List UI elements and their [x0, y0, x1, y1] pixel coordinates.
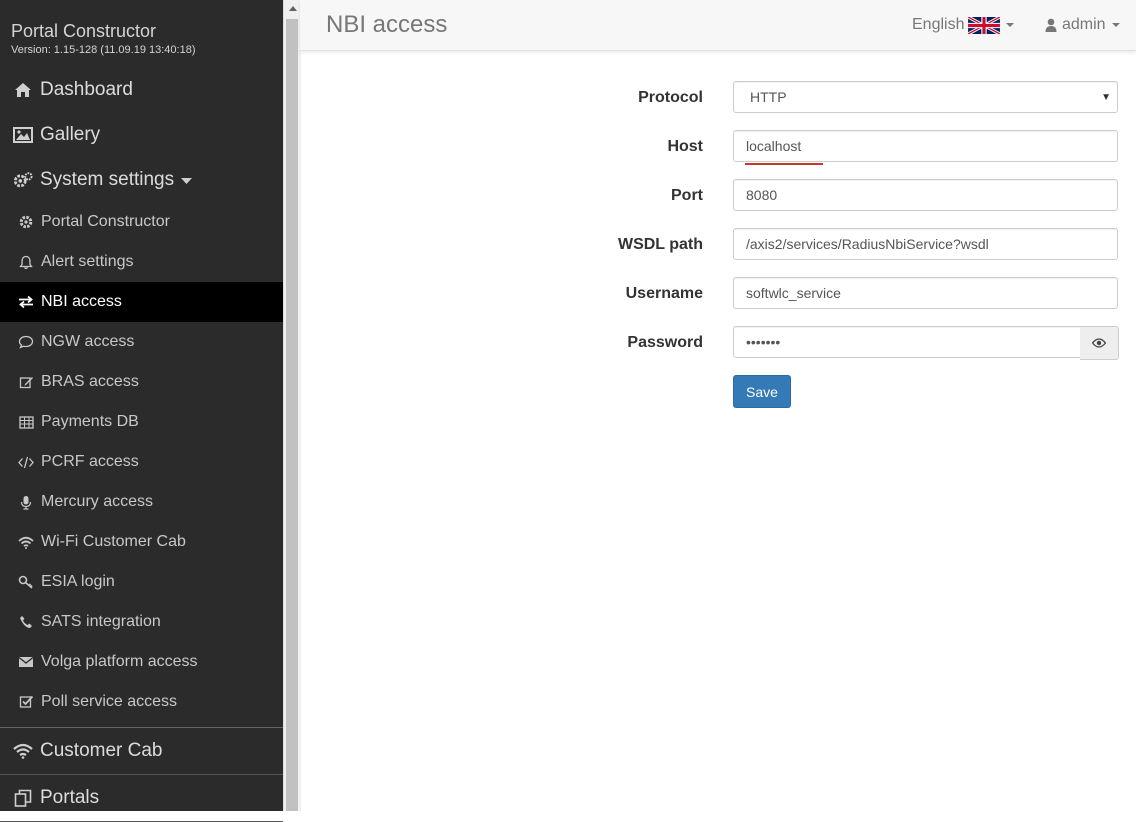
sidebar-item-dashboard[interactable]: Dashboard: [0, 67, 283, 112]
user-name: admin: [1062, 16, 1106, 33]
edit-icon: [18, 374, 34, 390]
sidebar: Portal Constructor Version: 1.15-128 (11…: [0, 0, 284, 822]
sidebar-item-label: Volga platform access: [41, 653, 198, 670]
top-header: NBI access English admin: [300, 0, 1136, 51]
copy-icon: [13, 788, 33, 808]
wifi-icon: [13, 741, 33, 761]
sidebar-item-system-settings[interactable]: System settings: [0, 157, 283, 202]
port-input[interactable]: [733, 179, 1118, 211]
username-row: Username: [300, 277, 1136, 311]
uk-flag-icon: [967, 15, 1002, 35]
image-icon: [13, 125, 33, 145]
sidebar-item-label: Customer Cab: [40, 740, 163, 761]
sidebar-item-ngw-access[interactable]: NGW access: [0, 322, 283, 362]
protocol-selected-value: HTTP: [750, 89, 787, 105]
username-label: Username: [625, 285, 703, 302]
eye-icon: [1092, 338, 1106, 348]
sidebar-item-label: Mercury access: [41, 493, 154, 510]
microphone-icon: [18, 494, 34, 510]
sidebar-item-payments-db[interactable]: Payments DB: [0, 402, 283, 442]
scroll-thumb[interactable]: [286, 19, 298, 811]
host-label: Host: [667, 138, 703, 155]
sidebar-item-gallery[interactable]: Gallery: [0, 112, 283, 157]
wsdl-path-label: WSDL path: [617, 236, 703, 253]
sidebar-item-label: Payments DB: [41, 413, 139, 430]
port-label: Port: [671, 187, 703, 204]
sidebar-item-volga-platform-access[interactable]: Volga platform access: [0, 642, 283, 682]
protocol-label: Protocol: [638, 89, 703, 106]
language-dropdown[interactable]: English: [912, 15, 1015, 35]
sidebar-item-label: SATS integration: [41, 613, 161, 630]
scroll-up-arrow-icon[interactable]: [284, 0, 301, 17]
caret-down-icon: [1006, 23, 1015, 27]
sidebar-item-label: PCRF access: [41, 453, 139, 470]
caret-down-icon: [1111, 23, 1120, 27]
sidebar-item-poll-service-access[interactable]: Poll service access: [0, 682, 283, 722]
sidebar-item-nbi-access[interactable]: NBI access: [0, 282, 283, 322]
sidebar-item-mercury-access[interactable]: Mercury access: [0, 482, 283, 522]
sidebar-item-label: Poll service access: [41, 693, 178, 710]
wifi-icon: [18, 534, 34, 550]
app-version: Version: 1.15-128 (11.09.19 13:40:18): [11, 44, 196, 56]
sidebar-item-label: Dashboard: [40, 78, 133, 100]
host-input[interactable]: [733, 130, 1118, 162]
check-square-icon: [18, 694, 34, 710]
language-label: English: [912, 16, 965, 33]
sidebar-item-customer-cab[interactable]: Customer Cab: [0, 728, 283, 775]
sidebar-item-label: Gallery: [40, 123, 101, 145]
sidebar-item-label: ESIA login: [41, 573, 115, 590]
code-icon: [18, 454, 34, 470]
password-row: Password: [300, 326, 1136, 360]
sidebar-scrollbar[interactable]: [283, 0, 301, 811]
caret-down-icon: [181, 169, 193, 191]
user-icon: [1045, 18, 1057, 32]
sidebar-item-label: Wi-Fi Customer Cab: [41, 533, 186, 550]
sidebar-item-bras-access[interactable]: BRAS access: [0, 362, 283, 402]
protocol-select[interactable]: HTTP ▼: [733, 81, 1118, 113]
page-title: NBI access: [326, 11, 448, 38]
table-icon: [18, 414, 34, 430]
brand: Portal Constructor Version: 1.15-128 (11…: [0, 0, 283, 67]
exchange-icon: [18, 294, 34, 310]
protocol-row: Protocol HTTP ▼: [300, 81, 1136, 115]
app-title: Portal Constructor: [11, 21, 157, 41]
envelope-icon: [18, 654, 34, 670]
password-label: Password: [627, 334, 703, 351]
comment-icon: [18, 334, 34, 350]
sidebar-item-pcrf-access[interactable]: PCRF access: [0, 442, 283, 482]
show-password-button[interactable]: [1080, 326, 1119, 360]
username-input[interactable]: [733, 277, 1118, 309]
sidebar-item-sats-integration[interactable]: SATS integration: [0, 602, 283, 642]
key-icon: [18, 574, 34, 590]
sidebar-item-alert-settings[interactable]: Alert settings: [0, 242, 283, 282]
gear-icon: [18, 214, 34, 230]
sidebar-item-label: Portal Constructor: [41, 213, 170, 230]
bell-icon: [18, 254, 34, 270]
port-row: Port: [300, 179, 1136, 213]
sidebar-item-esia-login[interactable]: ESIA login: [0, 562, 283, 602]
user-dropdown[interactable]: admin: [1045, 16, 1120, 34]
wsdl-row: WSDL path: [300, 228, 1136, 262]
select-arrow-icon: ▼: [1101, 92, 1111, 103]
password-input[interactable]: [733, 326, 1081, 358]
gears-icon: [13, 170, 33, 190]
spellcheck-underline: [745, 163, 823, 165]
sidebar-item-label: Portals: [40, 787, 100, 808]
phone-icon: [18, 614, 34, 630]
sidebar-item-label: Alert settings: [41, 253, 134, 270]
host-row: Host: [300, 130, 1136, 164]
sidebar-item-label: BRAS access: [41, 373, 139, 390]
save-button[interactable]: Save: [733, 375, 791, 408]
sidebar-item-wifi-customer-cab[interactable]: Wi-Fi Customer Cab: [0, 522, 283, 562]
home-icon: [13, 80, 33, 100]
sidebar-item-portals[interactable]: Portals: [0, 775, 283, 822]
sidebar-item-label: NBI access: [41, 293, 122, 310]
sidebar-item-label: NGW access: [41, 333, 135, 350]
wsdl-path-input[interactable]: [733, 228, 1118, 260]
sidebar-item-portal-constructor[interactable]: Portal Constructor: [0, 202, 283, 242]
sidebar-item-label: System settings: [40, 168, 175, 190]
